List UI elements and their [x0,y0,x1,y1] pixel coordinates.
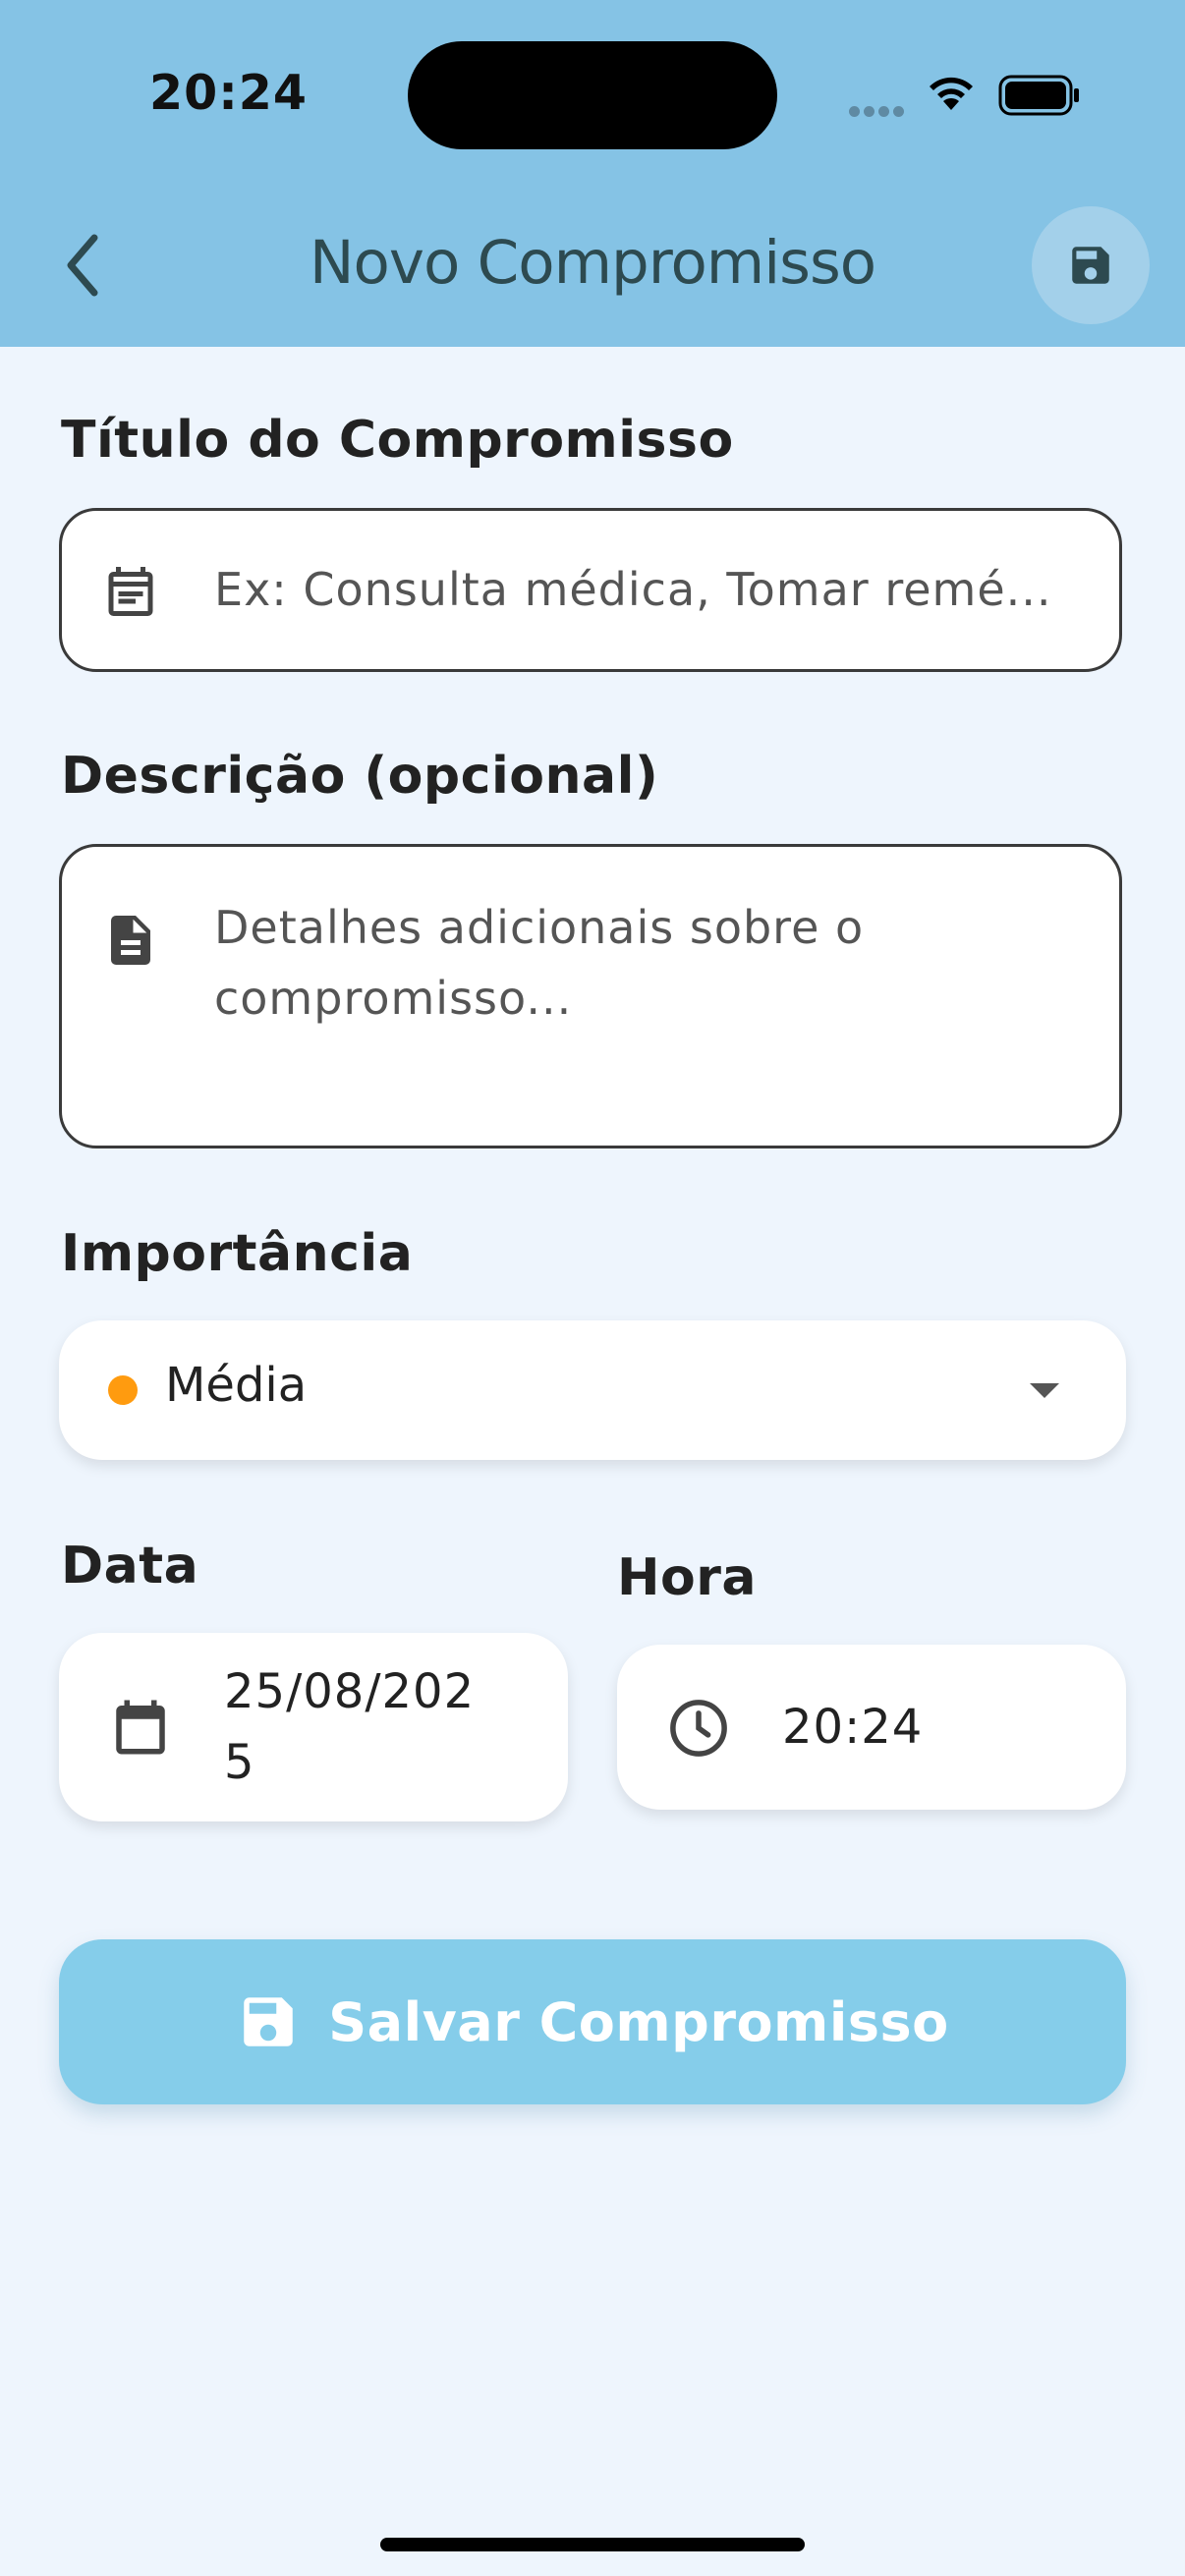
title-placeholder: Ex: Consulta médica, Tomar remé... [214,563,1052,616]
status-time: 20:24 [149,65,308,121]
time-label: Hora [617,1548,757,1607]
description-label: Descrição (opcional) [61,747,659,806]
time-value: 20:24 [782,1700,924,1755]
cellular-signal-icon [849,102,908,121]
battery-icon [998,75,1079,116]
title-input[interactable]: Ex: Consulta médica, Tomar remé... [59,508,1122,672]
importance-dropdown[interactable]: Média [59,1320,1126,1460]
date-value: 25/08/2025 [224,1664,476,1790]
dynamic-island [408,41,777,149]
document-icon [111,916,150,965]
page-title: Novo Compromisso [309,228,876,298]
save-button-label: Salvar Compromisso [328,1990,949,2053]
clock-icon [670,1700,727,1757]
importance-dot-icon [108,1375,138,1405]
wifi-icon [930,77,973,110]
calendar-icon [116,1700,165,1755]
description-input[interactable]: Detalhes adicionais sobre o compromisso.… [59,844,1122,1148]
description-placeholder: Detalhes adicionais sobre o compromisso.… [214,901,865,1025]
date-label: Data [61,1537,199,1596]
header-save-button[interactable] [1032,206,1150,324]
home-indicator[interactable] [380,2538,805,2551]
dropdown-arrow-icon [1030,1383,1059,1398]
app-header: 20:24 Novo Compromisso [0,0,1185,347]
time-picker[interactable]: 20:24 [617,1645,1126,1810]
date-picker[interactable]: 25/08/2025 [59,1633,568,1821]
importance-label: Importância [61,1224,414,1283]
importance-value: Média [165,1358,308,1413]
title-label: Título do Compromisso [61,411,734,470]
calendar-icon [108,567,153,616]
save-icon [244,1997,294,2046]
save-appointment-button[interactable]: Salvar Compromisso [59,1939,1126,2104]
save-icon [1072,247,1109,284]
